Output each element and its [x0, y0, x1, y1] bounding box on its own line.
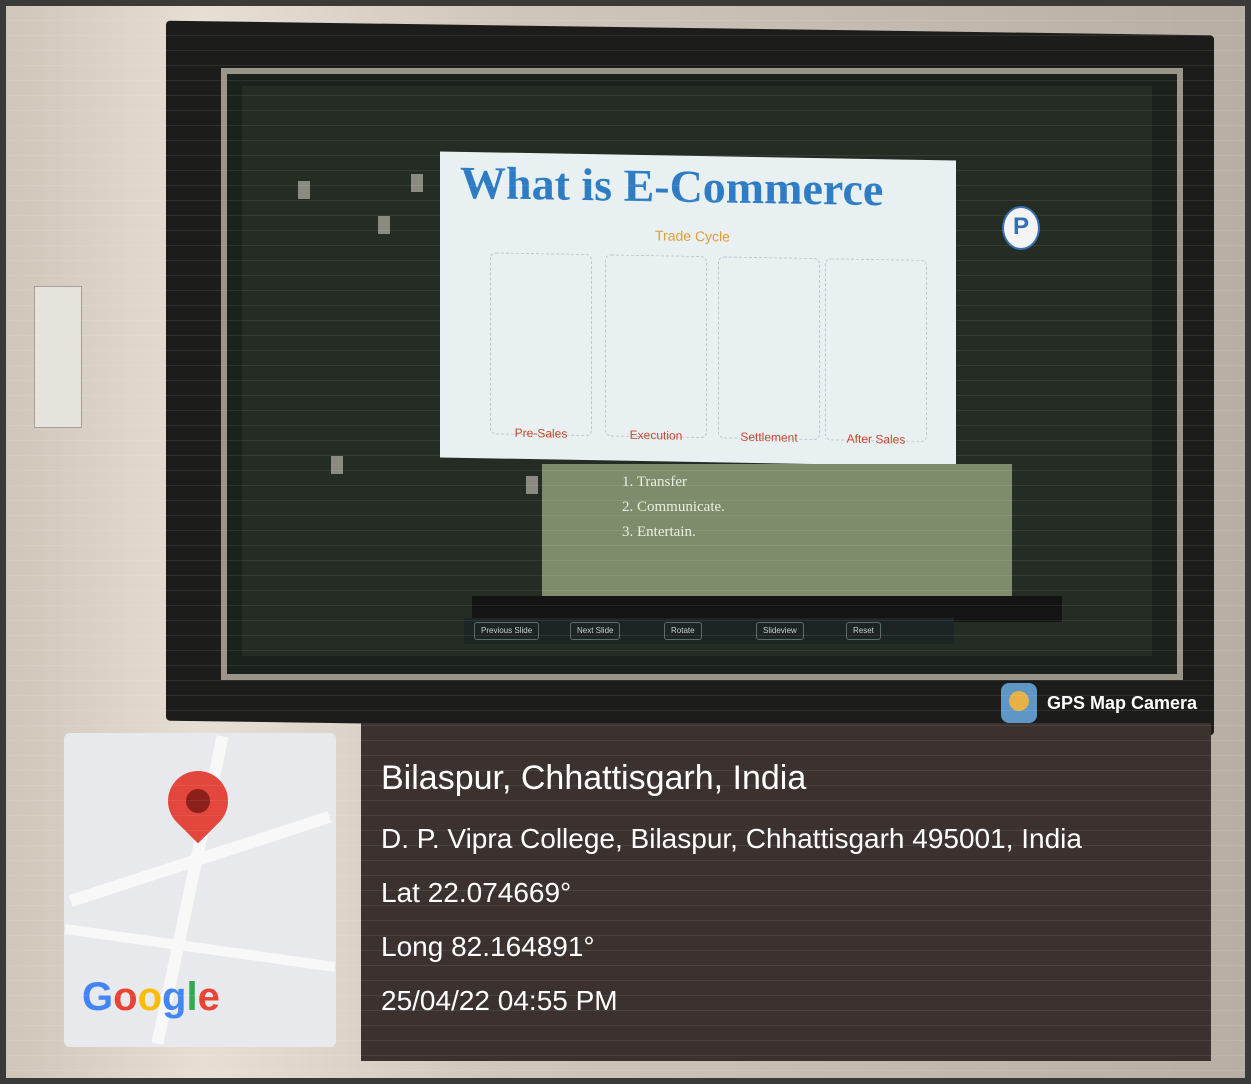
slide-toolbar: Previous Slide Next Slide Rotate Slidevi… — [464, 618, 954, 644]
stage-box: Pre-Sales — [490, 252, 592, 441]
brand-text: GPS Map Camera — [1046, 692, 1197, 713]
chalk-mark — [331, 456, 343, 474]
slide-subtitle: Trade Cycle — [655, 227, 730, 245]
gps-overlay: GPS Map Camera Google Bilaspur, Chhattis… — [46, 663, 1211, 1061]
rotate-button[interactable]: Rotate — [664, 622, 702, 640]
video-frame: 1. Transfer 2. Communicate. 3. Entertain… — [542, 464, 1012, 612]
longitude: Long 82.164891° — [381, 931, 595, 962]
projected-slide: What is E-Commerce Trade Cycle Pre-Sales… — [440, 151, 956, 467]
college-logo-icon: P — [1002, 206, 1040, 250]
video-line: 1. Transfer — [622, 474, 688, 490]
map-thumbnail: Google — [64, 733, 336, 1047]
video-line: 2. Communicate. — [622, 499, 725, 515]
stage-box: Settlement — [718, 256, 820, 445]
slide-title: What is E-Commerce — [460, 156, 884, 216]
latitude: Lat 22.074669° — [381, 877, 572, 908]
pin-dot — [181, 784, 215, 818]
brand: GPS Map Camera — [1000, 683, 1197, 723]
stage-label: Execution — [629, 427, 683, 443]
previous-slide-button[interactable]: Previous Slide — [474, 622, 540, 640]
chalk-mark — [411, 174, 423, 192]
map-road — [64, 924, 336, 972]
video-line: 3. Entertain. — [622, 524, 696, 540]
video-text: 1. Transfer 2. Communicate. 3. Entertain… — [622, 470, 725, 545]
reset-button[interactable]: Reset — [846, 622, 881, 640]
stage-label: Pre-Sales — [514, 425, 568, 441]
stage-box: After Sales — [825, 258, 927, 447]
switch-board — [34, 286, 82, 428]
location-address: D. P. Vipra College, Bilaspur, Chhattisg… — [381, 823, 1082, 854]
stage-box: Execution — [605, 254, 707, 443]
slideview-button[interactable]: Slideview — [756, 622, 804, 640]
stage-label: After Sales — [846, 431, 906, 447]
next-slide-button[interactable]: Next Slide — [570, 622, 621, 640]
photo-frame: What is E-Commerce Trade Cycle Pre-Sales… — [0, 0, 1251, 1084]
gps-map-camera-icon — [1000, 683, 1037, 723]
map-pin-icon — [155, 758, 241, 844]
stage-label: Settlement — [740, 429, 798, 445]
date-time: 25/04/22 04:55 PM — [381, 985, 618, 1016]
chalk-mark — [298, 181, 310, 199]
chalk-mark — [526, 476, 538, 494]
location-city: Bilaspur, Chhattisgarh, India — [381, 759, 807, 797]
google-logo: Google — [82, 975, 220, 1019]
chalk-mark — [378, 216, 390, 234]
